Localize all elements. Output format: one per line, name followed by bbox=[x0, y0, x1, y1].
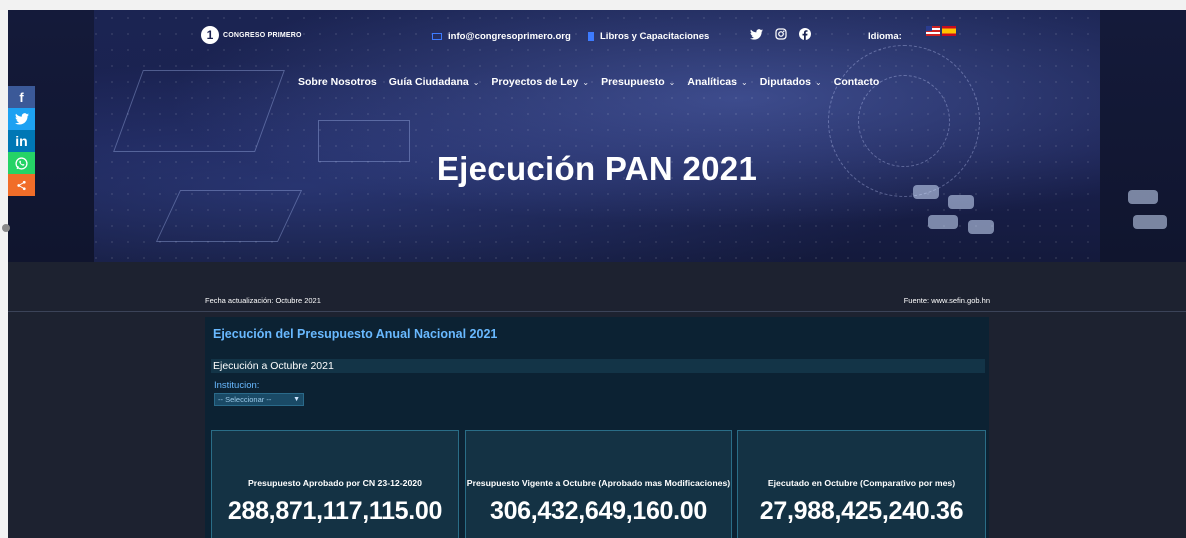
deco-keyboard-key bbox=[928, 215, 958, 229]
books-link-text: Libros y Capacitaciones bbox=[600, 31, 710, 42]
language-label: Idioma: bbox=[868, 31, 902, 42]
email-link[interactable]: info@congresoprimero.org bbox=[432, 31, 571, 42]
deco-tech-box bbox=[155, 190, 303, 242]
nav-item-label: Diputados bbox=[759, 76, 812, 88]
nav-item-label: Guía Ciudadana bbox=[388, 76, 469, 88]
deco-keyboard-key bbox=[948, 195, 974, 209]
card-label: Presupuesto Aprobado por CN 23-12-2020 bbox=[248, 478, 422, 488]
flag-us-icon[interactable] bbox=[926, 26, 940, 36]
social-links bbox=[750, 28, 811, 43]
deco-tech-box bbox=[113, 70, 285, 152]
deco-keyboard-key bbox=[968, 220, 994, 234]
card-value: 27,988,425,240.36 bbox=[759, 497, 964, 525]
mail-icon bbox=[432, 33, 442, 40]
executed-budget-card: Ejecutado en Octubre (Comparativo por me… bbox=[737, 430, 986, 538]
site-logo[interactable]: 1 CONGRESO PRIMERO bbox=[201, 26, 302, 44]
chevron-down-icon: ⌄ bbox=[740, 77, 748, 87]
book-icon bbox=[588, 32, 594, 41]
logo-mark: 1 bbox=[201, 26, 219, 44]
deco-keyboard-key bbox=[1128, 190, 1158, 204]
institution-select-value: -- Seleccionar -- bbox=[218, 395, 272, 404]
sidebar-toggle-handle[interactable] bbox=[2, 224, 10, 232]
whatsapp-icon bbox=[15, 156, 28, 170]
nav-item-contacto[interactable]: Contacto bbox=[834, 76, 880, 88]
instagram-icon[interactable] bbox=[775, 28, 787, 43]
caret-down-icon: ▼ bbox=[293, 396, 300, 403]
nav-item-guia-ciudadana[interactable]: Guía Ciudadana ⌄ bbox=[389, 76, 480, 88]
current-budget-card: Presupuesto Vigente a Octubre (Aprobado … bbox=[465, 430, 732, 538]
deco-keyboard-key bbox=[1133, 215, 1167, 229]
twitter-share-button[interactable] bbox=[8, 108, 35, 130]
facebook-icon: f bbox=[19, 89, 24, 105]
last-updated-text: Fecha actualización: Octubre 2021 bbox=[205, 296, 321, 305]
flag-es-icon[interactable] bbox=[942, 26, 956, 36]
card-label: Presupuesto Vigente a Octubre (Aprobado … bbox=[466, 478, 731, 488]
budget-panel: Ejecución del Presupuesto Anual Nacional… bbox=[205, 317, 989, 538]
card-label: Ejecutado en Octubre (Comparativo por me… bbox=[767, 478, 956, 488]
panel-subheader: Ejecución a Octubre 2021 bbox=[211, 359, 985, 373]
nav-item-presupuesto[interactable]: Presupuesto ⌄ bbox=[601, 76, 675, 88]
source-text: Fuente: www.sefin.gob.hn bbox=[903, 296, 990, 305]
facebook-icon[interactable] bbox=[799, 28, 811, 43]
language-flags bbox=[926, 26, 956, 36]
source-bar: Fecha actualización: Octubre 2021 Fuente… bbox=[8, 262, 1186, 312]
card-value: 306,432,649,160.00 bbox=[489, 497, 708, 525]
nav-item-proyectos-de-ley[interactable]: Proyectos de Ley ⌄ bbox=[491, 76, 589, 88]
share-icon bbox=[17, 180, 26, 190]
books-link[interactable]: Libros y Capacitaciones bbox=[588, 31, 709, 42]
panel-title: Ejecución del Presupuesto Anual Nacional… bbox=[213, 327, 498, 341]
whatsapp-share-button[interactable] bbox=[8, 152, 35, 174]
top-bar: 1 CONGRESO PRIMERO info@congresoprimero.… bbox=[8, 10, 1186, 54]
nav-item-label: Contacto bbox=[833, 76, 880, 88]
nav-item-analiticas[interactable]: Analíticas ⌄ bbox=[687, 76, 747, 88]
nav-item-label: Presupuesto bbox=[601, 76, 665, 88]
main-nav: Sobre Nosotros Guía Ciudadana ⌄ Proyecto… bbox=[298, 76, 891, 88]
institution-select[interactable]: -- Seleccionar -- ▼ bbox=[214, 393, 304, 406]
facebook-share-button[interactable]: f bbox=[8, 86, 35, 108]
linkedin-share-button[interactable]: in bbox=[8, 130, 35, 152]
linkedin-icon: in bbox=[15, 133, 28, 149]
nav-item-sobre-nosotros[interactable]: Sobre Nosotros bbox=[298, 76, 377, 88]
share-more-button[interactable] bbox=[8, 174, 35, 196]
share-bar: f in bbox=[8, 86, 35, 196]
page-title: Ejecución PAN 2021 bbox=[436, 150, 758, 187]
email-text: info@congresoprimero.org bbox=[448, 31, 571, 42]
nav-item-label: Analíticas bbox=[687, 76, 737, 88]
chevron-down-icon: ⌄ bbox=[582, 77, 590, 87]
nav-item-diputados[interactable]: Diputados ⌄ bbox=[760, 76, 822, 88]
chevron-down-icon: ⌄ bbox=[472, 77, 480, 87]
institution-label: Institucion: bbox=[214, 380, 260, 391]
nav-item-label: Proyectos de Ley bbox=[491, 76, 579, 88]
nav-item-label: Sobre Nosotros bbox=[298, 76, 377, 88]
page-frame: 1 CONGRESO PRIMERO info@congresoprimero.… bbox=[8, 10, 1186, 538]
chevron-down-icon: ⌄ bbox=[815, 77, 822, 87]
approved-budget-card: Presupuesto Aprobado por CN 23-12-2020 2… bbox=[211, 430, 459, 538]
hero-banner: 1 CONGRESO PRIMERO info@congresoprimero.… bbox=[8, 10, 1186, 262]
twitter-icon bbox=[14, 113, 29, 125]
twitter-icon[interactable] bbox=[750, 28, 763, 43]
chevron-down-icon: ⌄ bbox=[668, 77, 676, 87]
logo-text: CONGRESO PRIMERO bbox=[223, 31, 302, 39]
card-value: 288,871,117,115.00 bbox=[227, 497, 443, 525]
